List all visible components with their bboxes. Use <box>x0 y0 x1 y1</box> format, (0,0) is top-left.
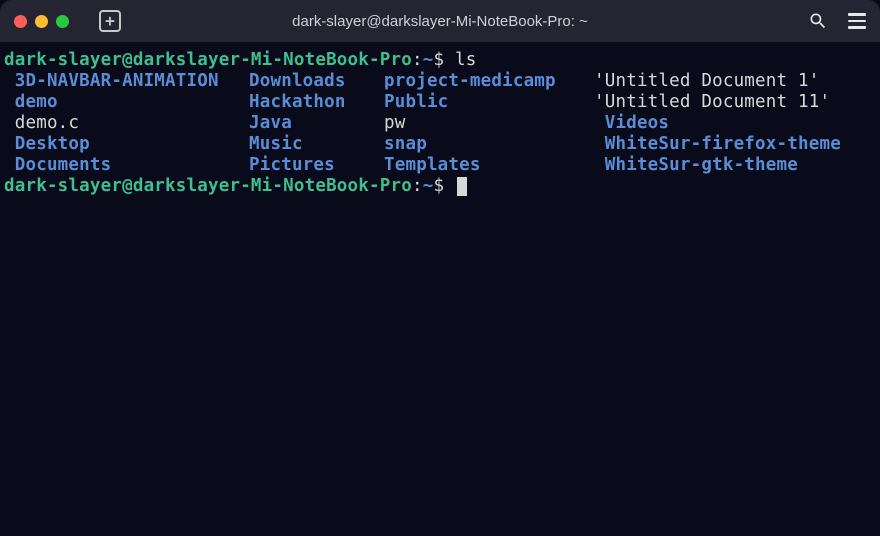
ls-entry: demo.c <box>4 113 249 134</box>
ls-entry: snap <box>384 134 594 155</box>
prompt-symbol: $ <box>433 176 444 196</box>
ls-row: 3D-NAVBAR-ANIMATIONDownloadsproject-medi… <box>4 71 876 92</box>
titlebar: + dark-slayer@darkslayer-Mi-NoteBook-Pro… <box>0 0 880 42</box>
ls-entry: Templates <box>384 155 594 176</box>
ls-entry: project-medicamp <box>384 71 594 92</box>
ls-row: demo.cJavapw Videos <box>4 113 876 134</box>
prompt-separator: : <box>412 176 423 196</box>
prompt-separator: : <box>412 50 423 70</box>
titlebar-right <box>808 11 866 31</box>
ls-output: 3D-NAVBAR-ANIMATIONDownloadsproject-medi… <box>4 71 876 176</box>
prompt-path: ~ <box>423 50 434 70</box>
maximize-button[interactable] <box>56 15 69 28</box>
prompt-symbol: $ <box>433 50 444 70</box>
terminal-body[interactable]: dark-slayer@darkslayer-Mi-NoteBook-Pro:~… <box>0 42 880 536</box>
ls-row: DesktopMusicsnap WhiteSur-firefox-theme <box>4 134 876 155</box>
terminal-window: + dark-slayer@darkslayer-Mi-NoteBook-Pro… <box>0 0 880 536</box>
command-input: ls <box>455 50 476 70</box>
ls-row: demoHackathonPublic'Untitled Document 11… <box>4 92 876 113</box>
ls-entry: demo <box>4 92 249 113</box>
ls-entry: Hackathon <box>249 92 384 113</box>
ls-entry: 3D-NAVBAR-ANIMATION <box>4 71 249 92</box>
window-title: dark-slayer@darkslayer-Mi-NoteBook-Pro: … <box>292 13 588 30</box>
ls-entry: Public <box>384 92 594 113</box>
ls-entry: WhiteSur-gtk-theme <box>594 155 798 176</box>
prompt-path: ~ <box>423 176 434 196</box>
close-button[interactable] <box>14 15 27 28</box>
prompt-user-host: dark-slayer@darkslayer-Mi-NoteBook-Pro <box>4 50 412 70</box>
ls-entry: Documents <box>4 155 249 176</box>
prompt-user-host: dark-slayer@darkslayer-Mi-NoteBook-Pro <box>4 176 412 196</box>
ls-entry: 'Untitled Document 1' <box>594 71 819 92</box>
window-controls <box>14 15 69 28</box>
ls-entry: Downloads <box>249 71 384 92</box>
ls-entry: pw <box>384 113 594 134</box>
ls-entry: Java <box>249 113 384 134</box>
menu-icon[interactable] <box>848 13 866 29</box>
ls-row: DocumentsPicturesTemplates WhiteSur-gtk-… <box>4 155 876 176</box>
ls-entry: 'Untitled Document 11' <box>594 92 830 113</box>
minimize-button[interactable] <box>35 15 48 28</box>
ls-entry: Desktop <box>4 134 249 155</box>
search-icon[interactable] <box>808 11 828 31</box>
ls-entry: Pictures <box>249 155 384 176</box>
cursor <box>457 177 467 196</box>
ls-entry: Music <box>249 134 384 155</box>
new-tab-button[interactable]: + <box>99 10 121 32</box>
ls-entry: WhiteSur-firefox-theme <box>594 134 841 155</box>
ls-entry: Videos <box>594 113 669 134</box>
